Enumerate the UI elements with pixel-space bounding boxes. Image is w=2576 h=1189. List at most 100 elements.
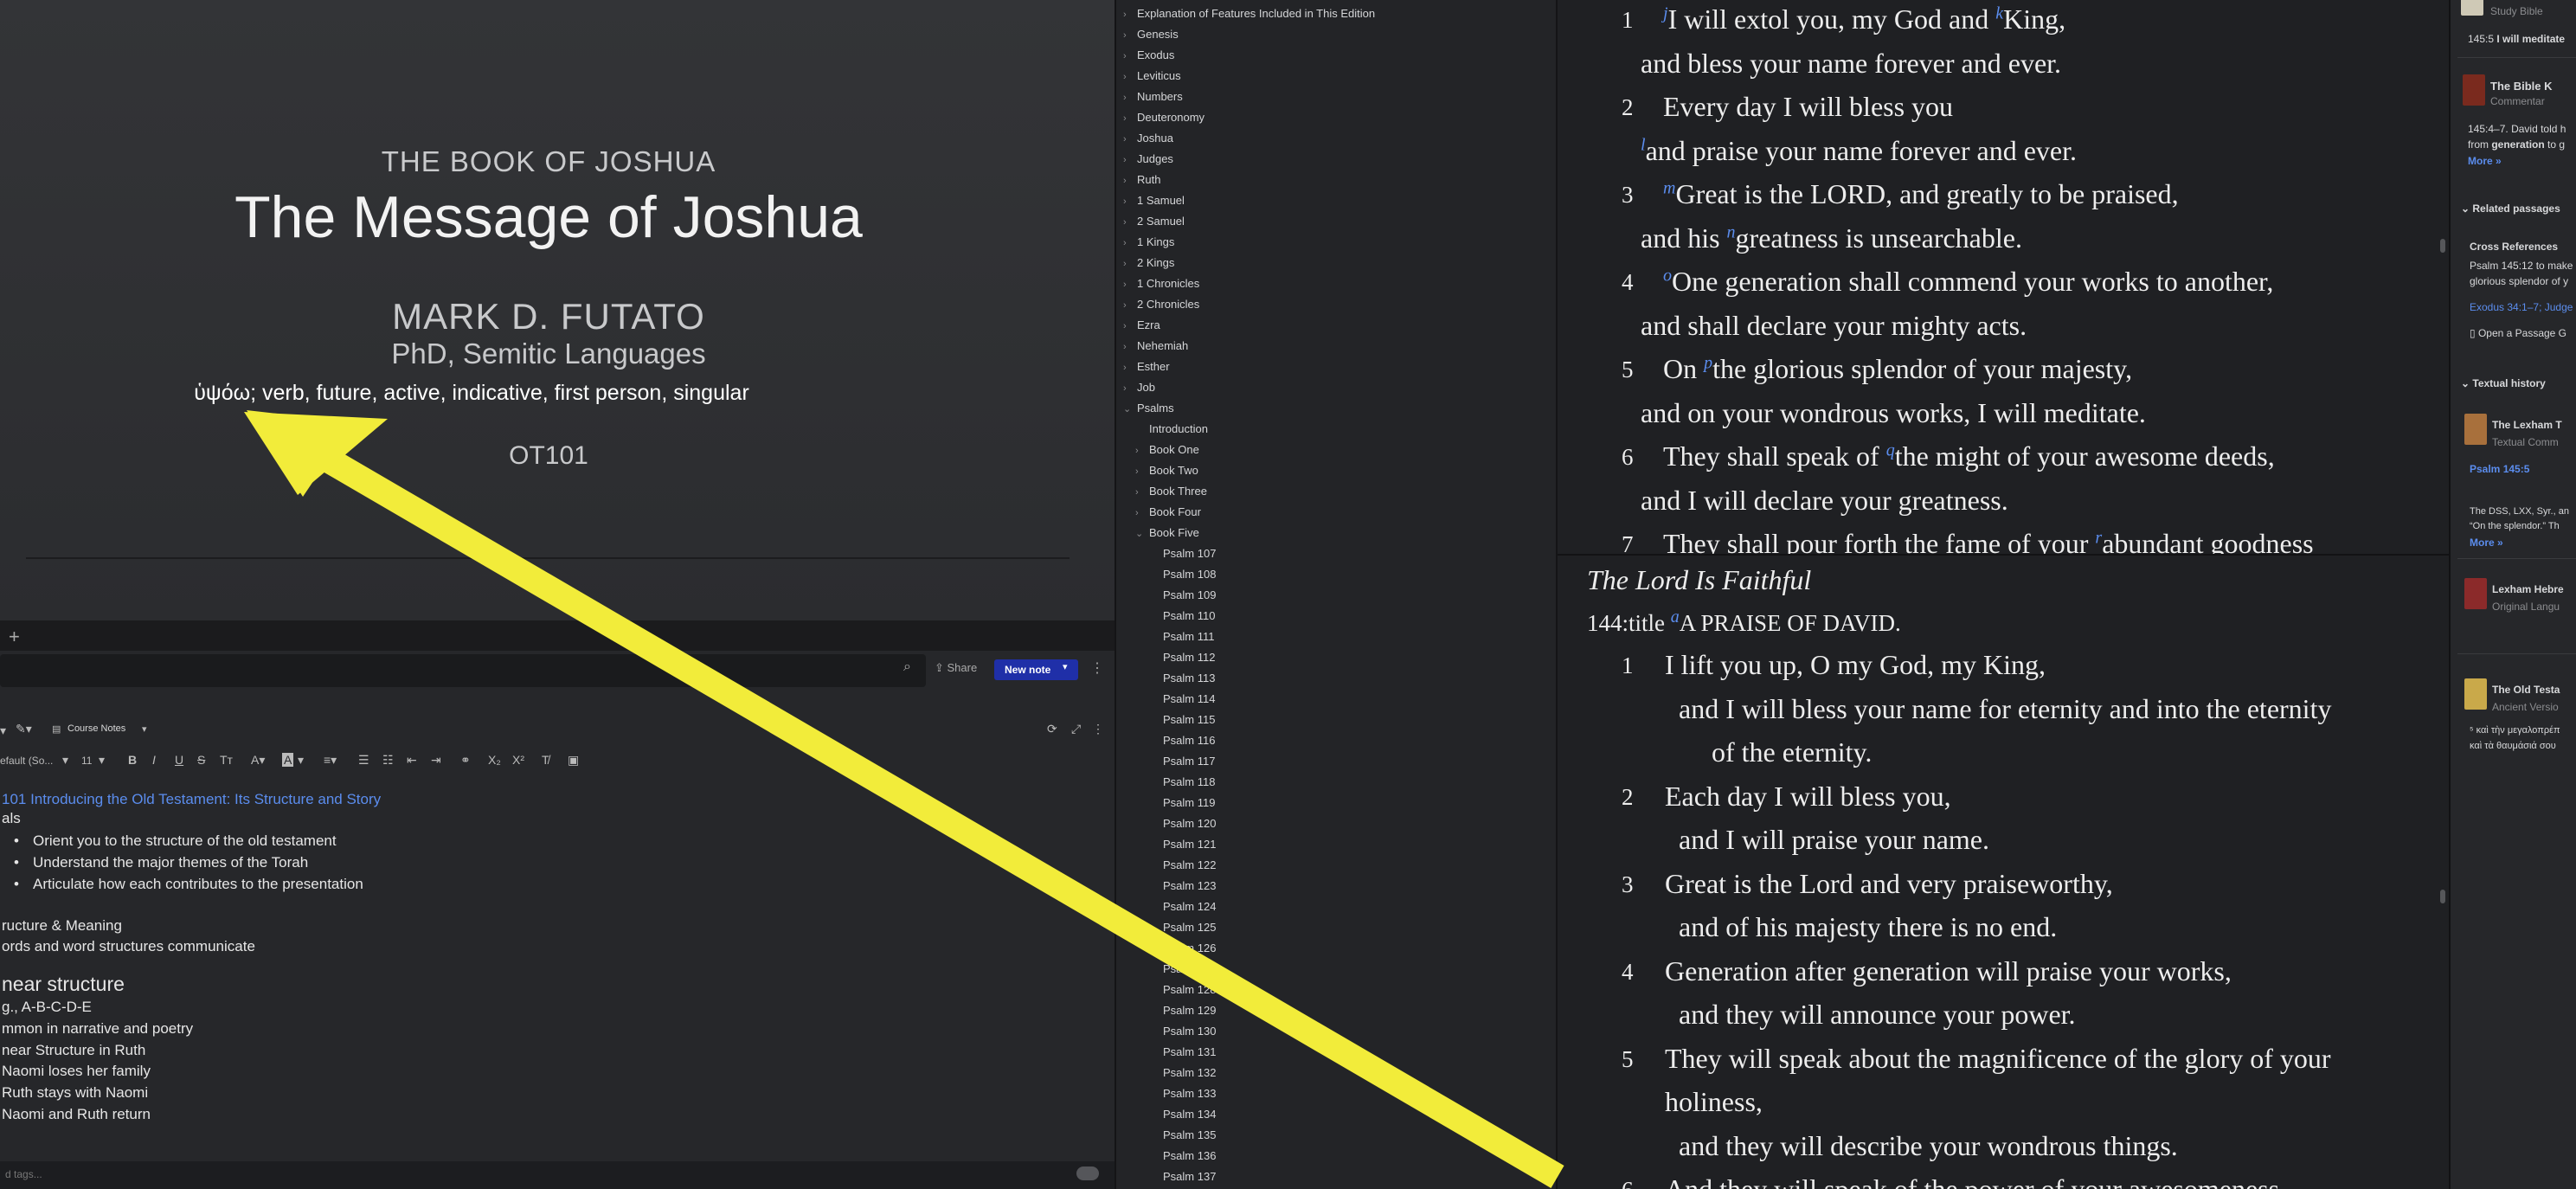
footnote-marker[interactable]: m	[1663, 178, 1675, 197]
tree-item[interactable]: › Genesis	[1123, 28, 1179, 41]
scrollbar-handle[interactable]	[2440, 239, 2445, 253]
bullet-list-icon[interactable]: ☰	[358, 753, 369, 768]
tree-item-psalm[interactable]: Psalm 129	[1149, 1004, 1216, 1017]
more-link[interactable]: More »	[2470, 537, 2503, 549]
tree-item-book[interactable]: › Book Three	[1135, 485, 1207, 498]
tags-bar[interactable]: d tags...	[0, 1161, 1115, 1189]
tree-item-psalm[interactable]: Psalm 132	[1149, 1066, 1216, 1079]
chevron-down-icon[interactable]: ▾	[1063, 661, 1068, 672]
bold-icon[interactable]: B	[128, 753, 137, 767]
font-family-select[interactable]: efault (So...	[0, 755, 53, 767]
tree-item[interactable]: › 1 Kings	[1123, 235, 1174, 248]
chevron-down-icon[interactable]: ▾	[99, 753, 105, 768]
tree-item-psalm[interactable]: Psalm 136	[1149, 1149, 1216, 1162]
expand-icon[interactable]: ⤢	[1071, 722, 1081, 736]
font-size-select[interactable]: 11	[81, 755, 92, 767]
tree-item[interactable]: › 2 Chronicles	[1123, 298, 1199, 311]
align-icon[interactable]: ≡▾	[324, 753, 337, 768]
dropdown-arrow-icon[interactable]: ▾	[0, 723, 6, 738]
tree-item-psalm[interactable]: Psalm 115	[1149, 713, 1215, 726]
share-button[interactable]: ⇪ Share	[935, 661, 977, 675]
notes-search-input[interactable]	[0, 654, 926, 687]
tree-item[interactable]: Introduction	[1135, 422, 1208, 435]
footnote-marker[interactable]: q	[1886, 440, 1895, 460]
footnote-marker[interactable]: o	[1663, 266, 1672, 285]
tree-item[interactable]: › Leviticus	[1123, 69, 1181, 82]
highlighter-icon[interactable]: ✎▾	[16, 722, 32, 736]
open-passage-guide[interactable]: ▯ Open a Passage G	[2470, 327, 2566, 339]
ref-link[interactable]: Psalm 145:5	[2470, 463, 2529, 475]
tree-item-psalm[interactable]: Psalm 118	[1149, 775, 1215, 788]
resource-title[interactable]: Lexham Hebre	[2492, 583, 2564, 595]
resource-title[interactable]: The Bible K	[2490, 80, 2553, 93]
underline-icon[interactable]: U	[175, 753, 183, 767]
tree-item-psalm[interactable]: Psalm 111	[1149, 630, 1215, 643]
footnote-marker[interactable]: k	[1995, 3, 2003, 22]
tree-item-book[interactable]: › Book One	[1135, 443, 1199, 456]
tree-item-psalm[interactable]: Psalm 107	[1149, 547, 1216, 560]
tree-item-psalm[interactable]: Psalm 128	[1149, 983, 1216, 996]
passage-ref[interactable]: 145:5 I will meditate	[2468, 33, 2565, 45]
tree-item[interactable]: › Ruth	[1123, 173, 1160, 186]
footnote-marker[interactable]: p	[1704, 353, 1712, 372]
more-options-icon[interactable]: ⋮	[1090, 659, 1104, 677]
tree-item-psalm[interactable]: Psalm 112	[1149, 651, 1215, 664]
superscript-icon[interactable]: X²	[512, 753, 524, 767]
ref-link[interactable]: Psalm 145:12	[2470, 260, 2533, 272]
section-toggle[interactable]: ⌄ Textual history	[2461, 377, 2546, 389]
toggle-icon[interactable]	[1076, 1167, 1099, 1180]
tree-item-psalm[interactable]: Psalm 137	[1149, 1170, 1216, 1183]
tree-item-psalm[interactable]: Psalm 117	[1149, 755, 1215, 768]
tags-input[interactable]: d tags...	[5, 1168, 42, 1180]
strikethrough-icon[interactable]: S	[197, 753, 205, 767]
tree-item-psalm[interactable]: Psalm 109	[1149, 588, 1216, 601]
italic-icon[interactable]: I	[152, 753, 156, 767]
more-link[interactable]: More »	[2468, 155, 2502, 167]
tree-item-psalm[interactable]: Psalm 108	[1149, 568, 1216, 581]
tree-item-psalm[interactable]: Psalm 130	[1149, 1025, 1216, 1038]
resource-title[interactable]: The Old Testa	[2492, 684, 2560, 696]
more-options-icon[interactable]: ⋮	[1092, 722, 1104, 736]
tree-item[interactable]: › Joshua	[1123, 132, 1173, 145]
tree-item-psalm[interactable]: Psalm 121	[1149, 838, 1216, 851]
tree-item[interactable]: › 2 Samuel	[1123, 215, 1185, 228]
tree-item[interactable]: › 2 Kings	[1123, 256, 1174, 269]
outdent-icon[interactable]: ⇤	[407, 753, 417, 768]
tree-item-psalm[interactable]: Psalm 122	[1149, 858, 1216, 871]
tree-item-psalm[interactable]: Psalm 126	[1149, 942, 1216, 954]
tree-item[interactable]: › Job	[1123, 381, 1155, 394]
tree-item-psalm[interactable]: Psalm 127	[1149, 962, 1216, 975]
tree-item[interactable]: › 1 Chronicles	[1123, 277, 1199, 290]
section-toggle[interactable]: ⌄ Related passages	[2461, 202, 2560, 215]
highlight-color-icon[interactable]: A	[282, 753, 294, 767]
ref-link[interactable]: 145:4–7.	[2468, 123, 2509, 135]
tree-item-psalm[interactable]: Psalm 135	[1149, 1128, 1216, 1141]
footnote-marker[interactable]: a	[1671, 607, 1680, 627]
scrollbar-handle[interactable]	[2440, 890, 2445, 903]
tree-item-psalm[interactable]: Psalm 124	[1149, 900, 1216, 913]
subscript-icon[interactable]: X₂	[488, 753, 501, 767]
tree-item[interactable]: › Numbers	[1123, 90, 1183, 103]
image-icon[interactable]: ▣	[568, 753, 579, 768]
clear-format-icon[interactable]: T̸	[542, 753, 549, 767]
tree-item-psalm[interactable]: Psalm 133	[1149, 1087, 1216, 1100]
tree-item-psalm[interactable]: Psalm 119	[1149, 796, 1215, 809]
tree-item[interactable]: › Nehemiah	[1123, 339, 1188, 352]
tree-item-psalm[interactable]: Psalm 120	[1149, 817, 1216, 830]
indent-icon[interactable]: ⇥	[431, 753, 441, 768]
tree-item-psalm[interactable]: Psalm 114	[1149, 692, 1215, 705]
tree-item[interactable]: › Exodus	[1123, 48, 1174, 61]
notebook-selector[interactable]: Course Notes	[67, 723, 125, 734]
tree-item-psalm[interactable]: Psalm 123	[1149, 879, 1216, 892]
chevron-down-icon[interactable]: ▾	[62, 753, 68, 768]
tree-item-psalm[interactable]: Psalm 113	[1149, 672, 1215, 684]
tree-item[interactable]: › 1 Samuel	[1123, 194, 1185, 207]
add-tab-button[interactable]: +	[9, 626, 20, 648]
tree-item-book[interactable]: › Book Four	[1135, 505, 1201, 518]
tree-item-psalm[interactable]: Psalm 134	[1149, 1108, 1216, 1121]
footnote-marker[interactable]: n	[1727, 222, 1736, 241]
chevron-down-icon[interactable]: ▾	[142, 723, 147, 735]
tree-item-psalm[interactable]: Psalm 125	[1149, 921, 1216, 934]
ref-link[interactable]: 145:5	[2468, 33, 2494, 45]
tree-item[interactable]: › Judges	[1123, 152, 1173, 165]
